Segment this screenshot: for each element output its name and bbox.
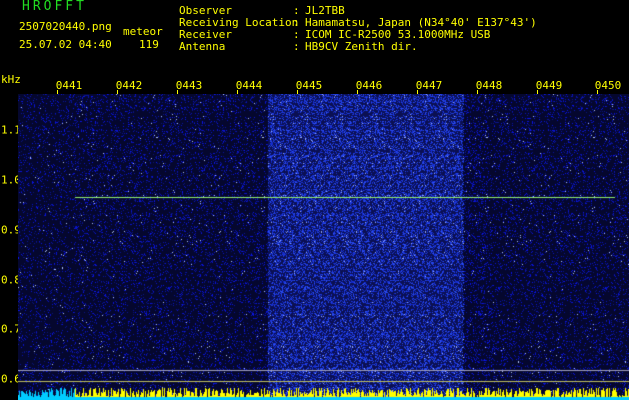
antenna-value: HB9CV Zenith dir. bbox=[305, 40, 418, 53]
x-tick-label: 0443 bbox=[175, 79, 203, 92]
x-tick-label: 0445 bbox=[295, 79, 323, 92]
antenna-label: Antenna bbox=[179, 40, 226, 53]
file-name: 2507020440.png bbox=[19, 20, 112, 33]
x-tick-label: 0449 bbox=[535, 79, 563, 92]
meteor-count-label: meteor bbox=[123, 25, 163, 38]
x-tick-label: 0441 bbox=[55, 79, 83, 92]
timestamp: 25.07.02 04:40 bbox=[19, 38, 112, 51]
x-tick-label: 0446 bbox=[355, 79, 383, 92]
x-tick-label: 0448 bbox=[475, 79, 503, 92]
x-tick-label: 0442 bbox=[115, 79, 143, 92]
x-tick-label: 0450 bbox=[594, 79, 622, 92]
antenna-sep: : bbox=[293, 40, 300, 53]
app-title: HROFFT bbox=[22, 0, 87, 14]
meteor-count-value: 119 bbox=[139, 38, 159, 51]
x-tick-label: 0444 bbox=[235, 79, 263, 92]
y-axis-unit: kHz bbox=[1, 73, 21, 86]
x-tick-label: 0447 bbox=[415, 79, 443, 92]
spectrogram-panel bbox=[18, 94, 629, 400]
spectrogram-noise bbox=[18, 94, 629, 400]
